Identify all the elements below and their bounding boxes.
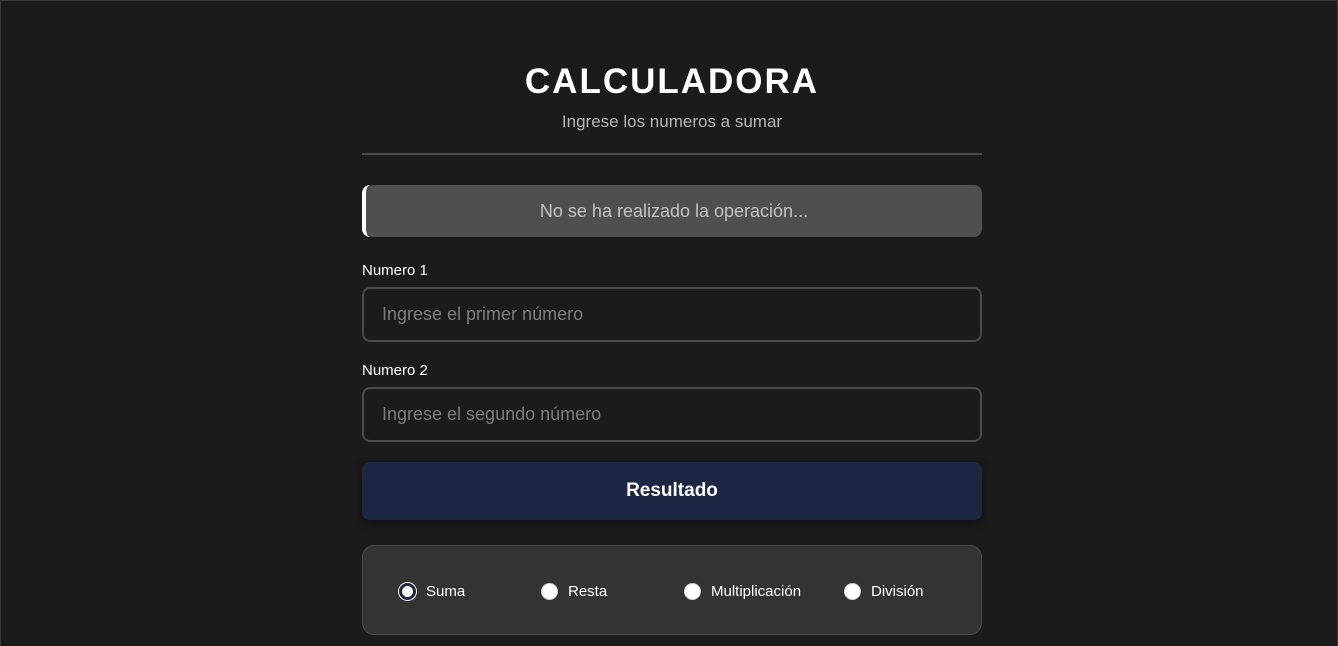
result-button[interactable]: Resultado — [362, 462, 982, 520]
operation-option-multiplicacion[interactable]: Multiplicación — [684, 581, 801, 601]
header-divider — [362, 153, 982, 155]
status-message: No se ha realizado la operación... — [362, 185, 982, 237]
operation-option-division[interactable]: División — [844, 581, 924, 601]
page-title: CALCULADORA — [524, 62, 820, 101]
number1-input[interactable] — [362, 287, 982, 342]
operation-label-division: División — [871, 582, 924, 600]
radio-suma[interactable] — [399, 582, 416, 600]
operation-label-resta: Resta — [568, 582, 608, 600]
radio-multiplicacion[interactable] — [684, 582, 701, 600]
operation-label-multiplicacion: Multiplicación — [711, 582, 802, 600]
number1-label: Numero 1 — [362, 262, 428, 279]
number2-input[interactable] — [362, 387, 982, 442]
operation-selector: Suma Resta Multiplicación División — [362, 545, 982, 635]
number2-label: Numero 2 — [362, 362, 428, 379]
operation-option-resta[interactable]: Resta — [541, 581, 607, 601]
radio-resta[interactable] — [541, 582, 558, 600]
page-subtitle: Ingrese los numeros a sumar — [561, 112, 783, 131]
operation-option-suma[interactable]: Suma — [399, 581, 465, 601]
radio-division[interactable] — [844, 582, 861, 600]
operation-label-suma: Suma — [426, 582, 466, 600]
calculator-page: CALCULADORA Ingrese los numeros a sumar … — [0, 0, 1338, 646]
